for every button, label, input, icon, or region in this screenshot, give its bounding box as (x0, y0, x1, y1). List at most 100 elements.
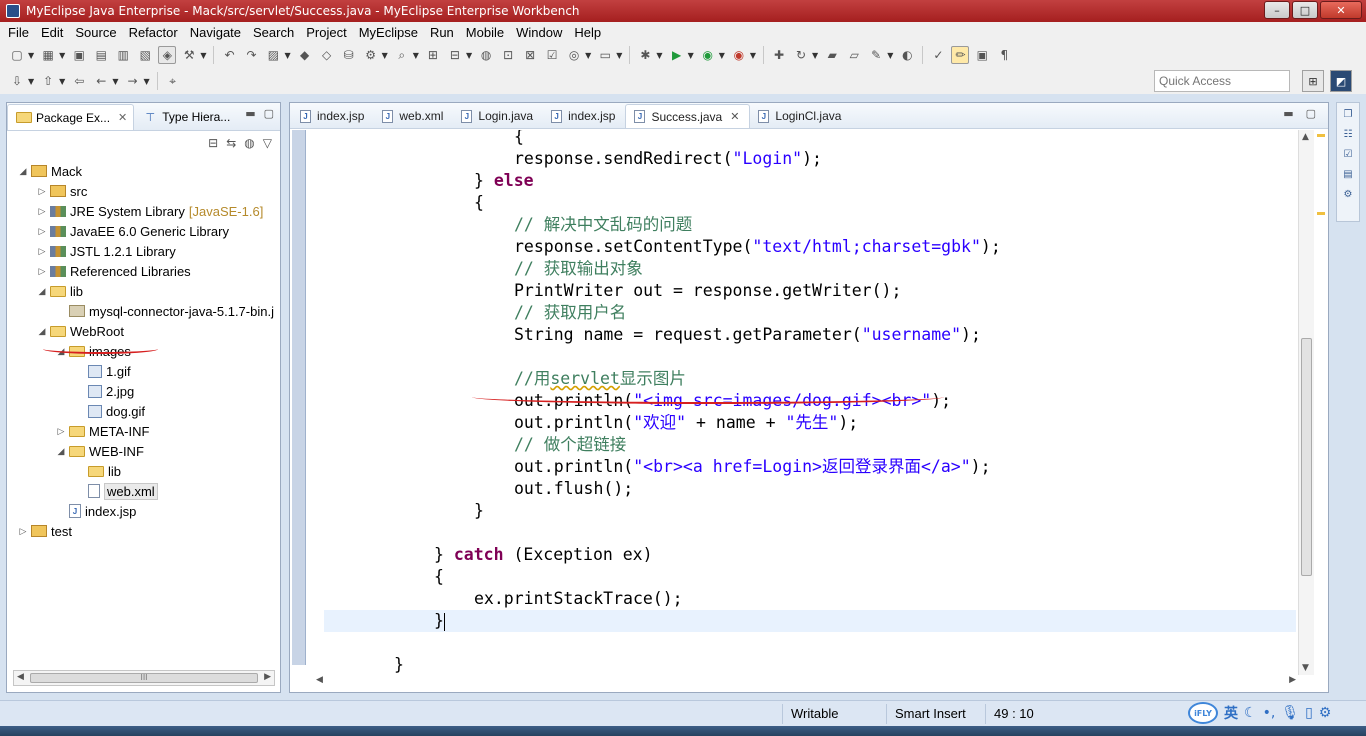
build-icon[interactable]: ⚒ (180, 46, 198, 64)
expand-arrow-icon[interactable]: ◢ (36, 286, 48, 297)
tree-item[interactable]: ▷ test (7, 521, 72, 541)
debug-icon[interactable]: ✱ (636, 46, 654, 64)
coverage-icon[interactable]: ◉ (699, 46, 717, 64)
web-service-icon[interactable]: ⚙ (362, 46, 380, 64)
focus-icon[interactable]: ◍ (244, 136, 254, 150)
menu-help[interactable]: Help (568, 25, 607, 40)
vertical-scrollbar[interactable]: ▲ ▼ (1298, 130, 1314, 675)
tree-item[interactable]: ▷ Referenced Libraries (7, 261, 191, 281)
minimize-icon[interactable]: ▬ (1283, 107, 1293, 120)
myeclipse-perspective-button[interactable]: ◩ (1330, 70, 1352, 92)
maximize-icon[interactable]: ▢ (264, 107, 274, 120)
close-button[interactable]: ✕ (1320, 1, 1362, 19)
database-icon[interactable]: ⛁ (340, 46, 358, 64)
generate-icon[interactable]: ⊞ (424, 46, 442, 64)
toggle-mark-icon[interactable]: ◈ (158, 46, 177, 64)
tab-type-hierarchy[interactable]: ⊤ Type Hiera... (134, 104, 236, 130)
ime-language-toggle[interactable]: 英 (1224, 703, 1238, 723)
dropdown-arrow-icon[interactable]: ▼ (284, 51, 290, 60)
back-icon[interactable]: ← (92, 72, 110, 90)
pin-editor-icon[interactable]: ⌖ (164, 72, 182, 90)
open-resource-icon[interactable]: ⊠ (521, 46, 539, 64)
save-icon[interactable]: ▣ (70, 46, 88, 64)
previous-annotation-icon[interactable]: ⇧ (39, 72, 57, 90)
publish-icon[interactable]: ⊟ (446, 46, 464, 64)
collapse-arrow-icon[interactable]: ▷ (36, 266, 48, 277)
tree-item[interactable]: ▷ JRE System Library [JavaSE-1.6] (7, 201, 264, 221)
editor-tab[interactable]: Jweb.xml (374, 104, 453, 128)
scrollbar-thumb[interactable] (1301, 338, 1312, 576)
outline-icon[interactable]: ☷ (1341, 127, 1355, 141)
close-icon[interactable]: ✕ (118, 111, 127, 124)
undo-icon[interactable]: ↶ (220, 46, 238, 64)
expand-arrow-icon[interactable]: ◢ (17, 166, 29, 177)
refresh-icon[interactable]: ↻ (792, 46, 810, 64)
close-icon[interactable]: ✕ (730, 110, 739, 123)
ifly-logo[interactable]: iFLY (1188, 702, 1218, 724)
scroll-down-icon[interactable]: ▼ (1302, 663, 1309, 673)
minimize-icon[interactable]: ▬ (245, 107, 255, 120)
redo-icon[interactable]: ↷ (242, 46, 260, 64)
moon-icon[interactable]: ☾ (1244, 705, 1257, 721)
editor-tab[interactable]: J Success.java ✕ (625, 104, 751, 128)
external-browser-icon[interactable]: ◎ (565, 46, 583, 64)
expand-arrow-icon[interactable]: ◢ (55, 446, 67, 457)
overview-marker[interactable] (1317, 212, 1325, 215)
dropdown-arrow-icon[interactable]: ▼ (143, 77, 149, 86)
tree-item[interactable]: ▷ JSTL 1.2.1 Library (7, 241, 176, 261)
tree-item[interactable]: ◢ WebRoot (7, 321, 124, 341)
open-folder-icon[interactable]: ▰ (823, 46, 841, 64)
external-tools-icon[interactable]: ◉ (730, 46, 748, 64)
dropdown-arrow-icon[interactable]: ▼ (887, 51, 893, 60)
menu-mobile[interactable]: Mobile (460, 25, 510, 40)
keyboard-icon[interactable]: ▯ (1305, 705, 1313, 721)
minimize-button[interactable]: – (1264, 1, 1290, 19)
highlight-icon[interactable]: ✏ (951, 46, 970, 64)
globe-icon[interactable]: ◍ (477, 46, 495, 64)
dropdown-arrow-icon[interactable]: ▼ (719, 51, 725, 60)
menu-source[interactable]: Source (69, 25, 122, 40)
tree-item[interactable]: Jindex.jsp (7, 501, 136, 521)
menu-run[interactable]: Run (424, 25, 460, 40)
open-type-icon[interactable]: ⊡ (499, 46, 517, 64)
menu-myeclipse[interactable]: MyEclipse (353, 25, 424, 40)
dropdown-arrow-icon[interactable]: ▼ (59, 77, 65, 86)
collapse-arrow-icon[interactable]: ▷ (36, 206, 48, 217)
dropdown-arrow-icon[interactable]: ▼ (28, 51, 34, 60)
microphone-icon[interactable]: 🎙 (1281, 705, 1299, 721)
dropdown-arrow-icon[interactable]: ▼ (750, 51, 756, 60)
quick-access-input[interactable] (1154, 70, 1290, 92)
dropdown-arrow-icon[interactable]: ▼ (200, 51, 206, 60)
run-icon[interactable]: ▶ (668, 46, 686, 64)
maximize-icon[interactable]: ▢ (1306, 107, 1316, 120)
maximize-button[interactable]: □ (1292, 1, 1318, 19)
servers-icon[interactable]: ⚙ (1341, 187, 1355, 201)
tree-item[interactable]: ◢ Mack (7, 161, 83, 181)
dropdown-arrow-icon[interactable]: ▼ (585, 51, 591, 60)
dropdown-arrow-icon[interactable]: ▼ (382, 51, 388, 60)
dropdown-arrow-icon[interactable]: ▼ (656, 51, 662, 60)
dropdown-arrow-icon[interactable]: ▼ (688, 51, 694, 60)
scroll-up-icon[interactable]: ▲ (1302, 132, 1309, 142)
dropdown-arrow-icon[interactable]: ▼ (59, 51, 65, 60)
last-edit-icon[interactable]: ⇦ (70, 72, 88, 90)
restore-icon[interactable]: ❐ (1341, 107, 1355, 121)
overview-marker[interactable] (1317, 134, 1325, 137)
collapse-arrow-icon[interactable]: ▷ (36, 186, 48, 197)
menu-project[interactable]: Project (300, 25, 352, 40)
dropdown-arrow-icon[interactable]: ▼ (112, 77, 118, 86)
show-whitespace-icon[interactable]: ¶ (995, 46, 1013, 64)
tasks-icon[interactable]: ☑ (1341, 147, 1355, 161)
collapse-arrow-icon[interactable]: ▷ (36, 246, 48, 257)
scrollbar-thumb[interactable]: III (30, 673, 258, 683)
scroll-right-icon[interactable]: ▶ (1289, 675, 1296, 685)
menu-search[interactable]: Search (247, 25, 300, 40)
expand-arrow-icon[interactable]: ◢ (36, 326, 48, 337)
link-with-editor-icon[interactable]: ⇆ (226, 136, 236, 150)
menu-file[interactable]: File (2, 25, 35, 40)
editor-tab[interactable]: J Login.java (453, 104, 543, 128)
menu-navigate[interactable]: Navigate (184, 25, 247, 40)
tree-item[interactable]: ◢ WEB-INF (7, 441, 144, 461)
tree-item[interactable]: lib (7, 461, 121, 481)
menu-edit[interactable]: Edit (35, 25, 69, 40)
